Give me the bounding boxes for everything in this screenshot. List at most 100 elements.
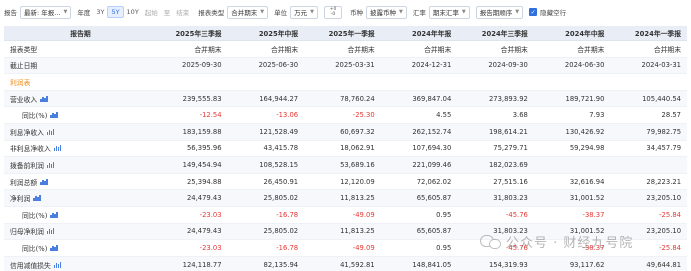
report-type-label: 报表类型 <box>198 9 225 17</box>
table-cell: 72,062.02 <box>416 177 452 186</box>
chevron-down-icon: ▼ <box>260 9 265 15</box>
table-cell: -25.30 <box>352 111 375 120</box>
table-cell: 27,515.16 <box>493 177 528 186</box>
table-cell: 2024-03-31 <box>641 61 682 70</box>
header-report-period: 报告期 <box>70 30 91 38</box>
bar-chart-icon[interactable] <box>53 145 62 152</box>
bar-chart-icon[interactable] <box>40 178 48 185</box>
bar-chart-icon[interactable] <box>46 228 55 235</box>
column-header[interactable]: 2024年中报 <box>534 28 611 38</box>
decimal-toggle-button[interactable]: +0 -0 <box>324 5 343 19</box>
table-cell: 2024-06-30 <box>564 61 605 70</box>
table-cell: 18,062.91 <box>340 144 375 153</box>
table-cell: 11,813.25 <box>340 194 375 203</box>
row-label-text: 营业收入 <box>10 95 38 104</box>
period-5y-button[interactable]: 5Y <box>107 6 124 18</box>
report-type-select[interactable]: 合并期末 ▼ <box>227 5 269 19</box>
column-header[interactable]: 2025年一季报 <box>304 28 381 38</box>
table-cell: 239,555.83 <box>182 94 222 103</box>
table-row: 非利息净收入 56,395.96 43,415.78 18,062.91 107,694… <box>4 141 687 158</box>
bar-chart-icon[interactable] <box>50 244 58 251</box>
annual-label: 年度 <box>77 9 91 17</box>
table-cell: 合并期末 <box>347 45 375 54</box>
report-label: 报告 <box>4 9 17 17</box>
table-cell: -12.54 <box>199 111 222 120</box>
bar-chart-icon[interactable] <box>46 161 55 168</box>
section-label: 利润表 <box>4 77 151 87</box>
table-cell: 0.95 <box>436 243 452 252</box>
bar-chart-icon[interactable] <box>40 95 48 102</box>
row-label-text: 利润总额 <box>10 178 38 187</box>
table-row: 营业收入 239,555.83 164,944.27 78,760.24 369,847… <box>4 90 687 108</box>
watermark: 公众号 · 财经九号院 <box>480 232 633 251</box>
table-row: 净利润 24,479.43 25,805.02 11,813.25 65,605.87 3… <box>4 190 687 207</box>
column-header[interactable]: 2025年中报 <box>228 28 305 38</box>
row-label: 拨备前利润 <box>4 160 151 170</box>
table-cell: 2025-09-30 <box>182 61 222 70</box>
row-label: 非利息净收入 <box>4 143 151 153</box>
report-order-select[interactable]: 报告期顺序 ▼ <box>475 5 524 19</box>
currency-value: 披露币种 <box>370 9 397 17</box>
chevron-down-icon: ▼ <box>515 9 520 15</box>
table-cell: 2024-09-30 <box>488 61 528 70</box>
table-cell: 121,528.49 <box>259 127 299 136</box>
table-cell: -49.09 <box>352 243 375 252</box>
table-cell: 合并期末 <box>194 45 222 54</box>
table-row: 同比(%) -23.03 -16.78 -49.09 0.95 -45.76 -38.37 -… <box>4 207 687 224</box>
bar-chart-icon[interactable] <box>50 211 58 218</box>
table-cell: 2025-06-30 <box>258 61 299 70</box>
report-select[interactable]: 最新: 年报... ▼ <box>20 5 72 19</box>
table-cell: 124,118.77 <box>182 260 222 269</box>
period-start-button[interactable]: 起始 <box>142 6 161 18</box>
bar-chart-icon[interactable] <box>46 128 55 135</box>
period-end-button[interactable]: 结束 <box>173 6 192 18</box>
row-label-text: 同比(%) <box>22 211 48 220</box>
table-cell: 32,616.94 <box>569 177 605 186</box>
bar-chart-icon[interactable] <box>50 112 58 119</box>
row-label: 同比(%) <box>4 210 151 220</box>
table-cell: 130,426.92 <box>565 127 605 136</box>
row-label: 信用减值损失 <box>4 260 151 270</box>
table-cell: 25,394.88 <box>186 177 222 186</box>
chevron-down-icon: ▼ <box>461 9 466 15</box>
table-row: 拨备前利润 149,454.94 108,528.15 53,689.16 221,09… <box>4 157 687 174</box>
table-cell: 164,944.27 <box>259 94 299 103</box>
column-header[interactable]: 2024年三季报 <box>457 28 534 38</box>
table-row: 同比(%) -12.54 -13.06 -25.30 4.55 3.68 7.93 28.57 <box>4 107 687 124</box>
table-cell: 79,982.75 <box>646 127 682 136</box>
row-label-text: 信用减值损失 <box>10 261 51 270</box>
bar-chart-icon[interactable] <box>33 195 41 202</box>
table-cell: 3.68 <box>512 111 528 120</box>
table-cell: 60,697.32 <box>340 127 375 136</box>
currency-select[interactable]: 披露币种 ▼ <box>366 5 407 19</box>
hide-empty-rows-toggle[interactable]: ✓ 隐藏空行 <box>529 7 566 17</box>
table-cell: 25,805.02 <box>263 227 299 236</box>
table-row: 信用减值损失 124,118.77 82,135.94 41,592.81 148,84… <box>4 256 687 271</box>
column-header[interactable]: 2025年三季报 <box>151 28 228 38</box>
fx-select[interactable]: 期末汇率 ▼ <box>428 5 470 19</box>
table-cell: 149,454.94 <box>182 160 222 169</box>
period-10y-button[interactable]: 10Y <box>124 7 142 17</box>
table-row: 报表类型 合并期末 合并期末 合并期末 合并期末 合并期末 合并期末 合并期末 <box>4 41 687 58</box>
row-label: 同比(%) <box>4 243 151 253</box>
column-header[interactable]: 2024年一季报 <box>610 28 687 38</box>
table-cell: 合并期末 <box>424 45 452 54</box>
table-cell: 2024-12-31 <box>411 61 452 70</box>
checkbox-checked-icon[interactable]: ✓ <box>529 8 538 16</box>
unit-select[interactable]: 万元 ▼ <box>290 5 319 19</box>
table-cell: 273,893.92 <box>488 94 528 103</box>
table-cell: 221,099.46 <box>412 160 452 169</box>
table-cell: 合并期末 <box>577 45 605 54</box>
table-cell: 31,803.23 <box>493 194 528 203</box>
column-header[interactable]: 2024年年报 <box>381 28 458 38</box>
table-row: 利润表 <box>4 74 687 91</box>
report-order-value: 报告期顺序 <box>479 9 513 17</box>
table-row: 利息净收入 183,159.88 121,528.49 60,697.32 262,15… <box>4 123 687 141</box>
row-label-text: 截止日期 <box>10 62 38 71</box>
table-cell: 59,294.98 <box>569 144 605 153</box>
bar-chart-icon[interactable] <box>53 261 62 268</box>
table-cell: 41,592.81 <box>340 260 375 269</box>
period-selector: 3Y 5Y 10Y 起始 至 结束 <box>93 6 192 18</box>
period-3y-button[interactable]: 3Y <box>93 7 107 17</box>
fx-value: 期末汇率 <box>432 9 459 17</box>
